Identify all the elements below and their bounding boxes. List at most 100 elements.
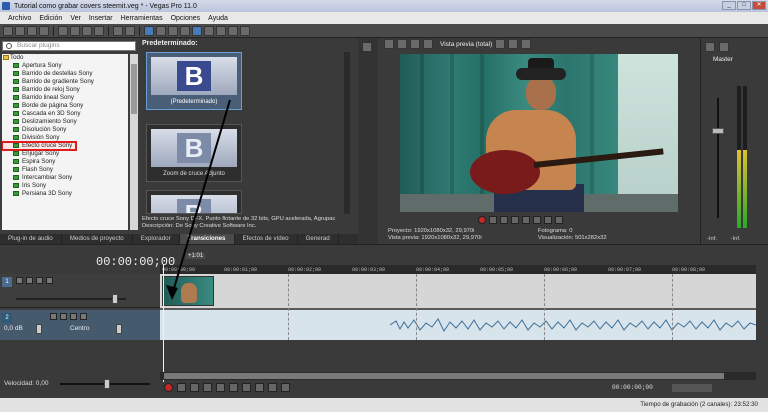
loop-button[interactable] (177, 383, 186, 392)
tab-audio-plugins[interactable]: Plug-in de audio (0, 234, 62, 244)
master-fader[interactable] (712, 128, 724, 134)
menu-ayuda[interactable]: Ayuda (204, 15, 232, 22)
go-to-start-button[interactable] (544, 216, 552, 224)
tree-item[interactable]: Intercambiar Sony (2, 174, 128, 182)
record-button[interactable] (478, 216, 486, 224)
menu-herramientas[interactable]: Herramientas (117, 15, 167, 22)
ripple-edit-icon[interactable] (216, 25, 226, 36)
save-snapshot-icon[interactable] (521, 39, 532, 49)
tree-item[interactable]: Barrido de reloj Sony (2, 86, 128, 94)
timeline-cursor[interactable] (163, 264, 164, 382)
tree-item-efecto-cruce-highlighted[interactable]: Efecto cruce Sony (2, 141, 77, 151)
snapping-icon[interactable] (192, 25, 202, 36)
selection-tool-icon[interactable] (168, 25, 178, 36)
normal-edit-tool-icon[interactable] (144, 25, 154, 36)
properties-icon[interactable] (39, 25, 49, 36)
preview-quality-select[interactable]: Vista previa (total) (440, 41, 492, 48)
record-button[interactable] (164, 383, 173, 392)
tree-item[interactable]: Iris Sony (2, 182, 128, 190)
copy-icon[interactable] (70, 25, 80, 36)
grid-icon[interactable] (495, 39, 506, 49)
tab-video-fx[interactable]: Efectos de vídeo (235, 234, 298, 244)
play-button[interactable] (203, 383, 212, 392)
play-from-start-button[interactable] (500, 216, 508, 224)
tree-item[interactable]: Apertura Sony (2, 62, 128, 70)
menu-archivo[interactable]: Archivo (4, 15, 35, 22)
next-frame-button[interactable] (281, 383, 290, 392)
zoom-tool-icon[interactable] (180, 25, 190, 36)
preview-properties-icon[interactable] (384, 39, 394, 49)
pause-button[interactable] (522, 216, 530, 224)
volume-slider[interactable] (36, 324, 42, 334)
search-plugins-input[interactable]: Buscar plugins (2, 41, 136, 51)
track-motion-icon[interactable] (16, 277, 23, 284)
transition-preset-card[interactable]: B (Predeterminado) (146, 52, 242, 110)
video-clip[interactable] (162, 276, 214, 306)
open-icon[interactable] (15, 25, 25, 36)
cut-icon[interactable] (58, 25, 68, 36)
loop-button[interactable] (489, 216, 497, 224)
go-to-start-button[interactable] (242, 383, 251, 392)
arm-record-icon[interactable] (50, 313, 57, 320)
redo-icon[interactable] (125, 25, 135, 36)
tree-item[interactable]: Enjugar Sony (2, 150, 128, 158)
audio-track[interactable] (160, 310, 756, 340)
video-track-header[interactable]: 1 (0, 274, 160, 308)
timeline-scrollbar[interactable] (160, 372, 756, 380)
envelope-tool-icon[interactable] (156, 25, 166, 36)
mute-icon[interactable] (36, 277, 43, 284)
go-to-end-button[interactable] (555, 216, 563, 224)
overlays-icon[interactable] (423, 39, 433, 49)
stop-button[interactable] (533, 216, 541, 224)
tree-item[interactable]: Borde de página Sony (2, 102, 128, 110)
undo-icon[interactable] (113, 25, 123, 36)
tree-root-todo[interactable]: Todo (2, 54, 128, 62)
scrollbar-thumb[interactable] (164, 373, 724, 379)
master-mute-icon[interactable] (719, 42, 729, 52)
tab-explorer[interactable]: Explorador (133, 234, 180, 244)
go-to-end-button[interactable] (255, 383, 264, 392)
menu-opciones[interactable]: Opciones (167, 15, 205, 22)
rate-slider[interactable] (104, 379, 110, 389)
play-button[interactable] (511, 216, 519, 224)
save-icon[interactable] (27, 25, 37, 36)
selection-length-field[interactable] (672, 384, 712, 392)
mute-icon[interactable] (70, 313, 77, 320)
tree-scrollbar[interactable] (130, 54, 138, 230)
split-screen-icon[interactable] (410, 39, 420, 49)
scrollbar-thumb[interactable] (131, 64, 137, 114)
transition-preset-card[interactable]: B Zoom de cruce Adjunto (146, 124, 242, 182)
track-fx-icon[interactable] (26, 277, 33, 284)
pan-slider[interactable] (116, 324, 122, 334)
paste-icon[interactable] (82, 25, 92, 36)
solo-icon[interactable] (80, 313, 87, 320)
tree-item[interactable]: Deslizamiento Sony (2, 118, 128, 126)
stop-button[interactable] (229, 383, 238, 392)
pause-button[interactable] (216, 383, 225, 392)
ignore-grouping-icon[interactable] (240, 25, 250, 36)
preview-device-icon[interactable] (397, 39, 407, 49)
tree-item[interactable]: Barrido lineal Sony (2, 94, 128, 102)
new-project-icon[interactable] (3, 25, 13, 36)
menu-edicion[interactable]: Edición (35, 15, 66, 22)
tree-item[interactable]: Cascada en 3D Sony (2, 110, 128, 118)
transition-preset-card[interactable]: B (146, 190, 242, 214)
tree-item[interactable]: Barrido de gradiente Sony (2, 78, 128, 86)
lock-envelopes-icon[interactable] (228, 25, 238, 36)
minimize-button[interactable]: _ (722, 1, 736, 10)
menu-insertar[interactable]: Insertar (85, 15, 117, 22)
tree-item[interactable]: Barrido de destellas Sony (2, 70, 128, 78)
tree-item[interactable]: División Sony (2, 134, 128, 142)
composite-level-slider[interactable] (112, 294, 118, 304)
tree-item[interactable]: Espira Sony (2, 158, 128, 166)
video-track[interactable] (160, 274, 756, 308)
track-fx-icon[interactable] (60, 313, 67, 320)
maximize-button[interactable]: □ (737, 1, 751, 10)
tab-transitions[interactable]: Transiciones (179, 234, 235, 244)
play-from-start-button[interactable] (190, 383, 199, 392)
video-fx-icon[interactable] (362, 42, 372, 52)
solo-icon[interactable] (46, 277, 53, 284)
copy-snapshot-icon[interactable] (508, 39, 519, 49)
tree-item[interactable]: Flash Sony (2, 166, 128, 174)
tree-item[interactable]: Persiana 3D Sony (2, 190, 128, 198)
